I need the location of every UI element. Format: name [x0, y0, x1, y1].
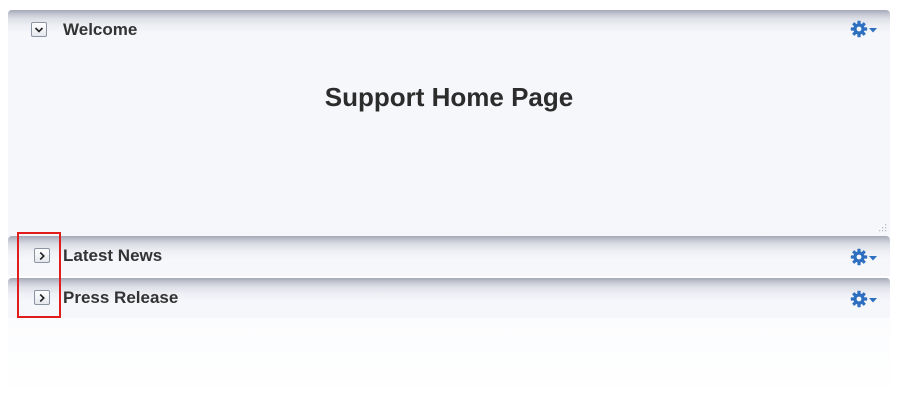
welcome-collapse-toggle[interactable]: [31, 22, 47, 37]
gear-icon: [850, 290, 868, 308]
dashboard-frame: Welcome Support Home Page Latest News Pr…: [0, 0, 898, 398]
welcome-panel-menu-button[interactable]: [850, 20, 878, 38]
latest-news-expand-toggle[interactable]: [34, 248, 50, 263]
chevron-right-icon: [39, 293, 45, 302]
chevron-right-icon: [39, 251, 45, 260]
press-release-panel-menu-button[interactable]: [850, 290, 878, 308]
gear-icon: [850, 20, 868, 38]
latest-news-panel-header: Latest News: [8, 236, 890, 276]
dropdown-arrow-icon: [869, 28, 877, 33]
press-release-panel-header: Press Release: [8, 278, 890, 318]
gear-icon: [850, 248, 868, 266]
welcome-panel: Welcome Support Home Page: [8, 10, 890, 236]
dropdown-arrow-icon: [869, 298, 877, 303]
press-release-panel: Press Release: [8, 278, 890, 318]
chevron-down-icon: [34, 26, 44, 33]
press-release-panel-title[interactable]: Press Release: [63, 288, 178, 308]
welcome-panel-header: Welcome: [8, 10, 890, 46]
welcome-panel-title: Welcome: [63, 20, 138, 39]
latest-news-panel-title[interactable]: Latest News: [63, 246, 162, 266]
latest-news-panel: Latest News: [8, 236, 890, 276]
support-home-heading: Support Home Page: [324, 82, 574, 112]
press-release-expand-toggle[interactable]: [34, 290, 50, 305]
resize-grip-icon[interactable]: [879, 224, 887, 232]
latest-news-panel-menu-button[interactable]: [850, 248, 878, 266]
dropdown-arrow-icon: [869, 256, 877, 261]
welcome-panel-body: Support Home Page: [8, 46, 890, 236]
empty-region: [8, 318, 890, 398]
